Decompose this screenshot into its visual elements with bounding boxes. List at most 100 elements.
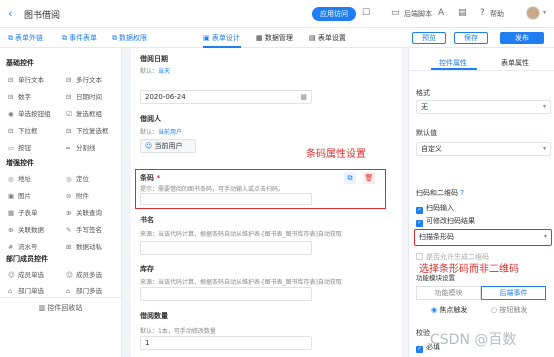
control-address[interactable]: ◎ 地址 bbox=[8, 173, 31, 183]
delete-icon[interactable]: 🗑 bbox=[363, 172, 375, 184]
field-label-book-title: 书名 bbox=[140, 216, 154, 224]
form-toolbar: ⧉ 表单外链 ⧉ 事件表单 ⧉ 数据权限 ▣ 表单设计 ▦ 数据管理 ▤ 表单设置 预… bbox=[0, 28, 554, 48]
control-attachment[interactable]: ⊘ 附件 bbox=[66, 190, 89, 200]
borrow-qty-input[interactable]: 1 bbox=[140, 336, 312, 350]
layout-icon[interactable]: ▤ bbox=[458, 8, 467, 18]
form-canvas: 借阅日期 默认：当天 2020-06-24 ▦ 借阅人 默认：当前用户 ☺ 当前用… bbox=[131, 48, 402, 357]
field-label-borrow-date: 借阅日期 bbox=[140, 55, 168, 63]
format-label: 格式 bbox=[416, 89, 430, 97]
font-icon[interactable]: A bbox=[438, 8, 444, 18]
default-value-label: 默认值 bbox=[416, 129, 437, 137]
control-checkbox-group[interactable]: ☑ 复选框组 bbox=[66, 108, 102, 118]
field-label-borrower: 借阅人 bbox=[140, 115, 161, 123]
control-location[interactable]: ◎ 定位 bbox=[66, 173, 89, 183]
control-divider[interactable]: ═ 分割线 bbox=[66, 142, 96, 152]
allow-modify-checkbox[interactable]: ✓ 可修改扫码结果 bbox=[416, 216, 475, 227]
tab-form-design[interactable]: ▣ 表单设计 bbox=[203, 33, 240, 43]
control-radio-group[interactable]: ◉ 单选按钮组 bbox=[8, 108, 51, 118]
chevron-down-icon: ▾ bbox=[543, 233, 547, 240]
event-icon: ⧉ bbox=[62, 34, 67, 42]
barcode-field-selected[interactable]: 条码 * 提示：需要借阅的图书条码，可手动输入或点击扫码。 ⧉ 🗑 bbox=[135, 169, 386, 209]
copy-icon[interactable]: ⧉ bbox=[344, 172, 356, 184]
save-button[interactable]: 保存 bbox=[454, 32, 488, 44]
back-chevron-icon[interactable]: ‹ bbox=[8, 7, 12, 20]
control-related-data[interactable]: ⊕ 关联数据 bbox=[8, 224, 44, 234]
app-visit-button[interactable]: 应用访问 bbox=[312, 7, 356, 21]
help-icon[interactable]: ? bbox=[480, 8, 485, 18]
app-title: 图书借阅 bbox=[24, 11, 61, 21]
field-desc-borrow-date: 默认：当天 bbox=[140, 68, 171, 75]
control-member-single[interactable]: ☺ 成员单选 bbox=[8, 269, 44, 279]
default-value-select[interactable]: 自定义 ▾ bbox=[416, 142, 551, 156]
stock-input[interactable] bbox=[140, 287, 312, 301]
event-form-link[interactable]: ⧉ 事件表单 bbox=[62, 33, 97, 43]
function-section-title: 功能模块设置 bbox=[416, 274, 455, 282]
radio-unchecked-icon: ○ bbox=[491, 306, 498, 314]
field-desc-barcode: 提示：需要借阅的图书条码，可手动输入或点击扫码。 bbox=[140, 186, 285, 193]
borrower-chip[interactable]: ☺ 当前用户 bbox=[140, 139, 196, 153]
format-select[interactable]: 无 ▾ bbox=[416, 100, 551, 114]
control-related-query[interactable]: ⊕ 关联查询 bbox=[66, 207, 102, 217]
control-subform[interactable]: ▦ 子表单 bbox=[8, 207, 38, 217]
enhanced-controls-title: 增强控件 bbox=[6, 159, 34, 167]
field-desc-book-title: 来源：当该代码计算，根据条码自动从维护表-[图书表_图书库存表]自动获取 bbox=[140, 231, 342, 238]
chevron-down-icon: ▾ bbox=[542, 145, 546, 152]
control-recycle-bin[interactable]: ▥ 控件回收站 bbox=[0, 297, 121, 317]
control-dropdown[interactable]: ⊟ 下拉框 bbox=[8, 125, 38, 135]
backend-script-link[interactable]: 后端脚本 bbox=[404, 9, 432, 19]
control-button[interactable]: ▭ 按钮 bbox=[8, 142, 31, 152]
annotation-barcode-settings: 条码属性设置 bbox=[306, 149, 366, 160]
control-dept-multi[interactable]: ⌂ 部门多选 bbox=[66, 285, 102, 295]
field-desc-borrower: 默认：当前用户 bbox=[140, 129, 183, 136]
chevron-down-icon: ▾ bbox=[542, 103, 546, 110]
control-dept-single[interactable]: ⌂ 部门单选 bbox=[8, 285, 44, 295]
message-icon[interactable]: ☐ bbox=[362, 8, 370, 18]
properties-panel: 控件属性 表单属性 格式 无 ▾ 默认值 自定义 ▾ 扫码和二维码 ? ✓ 扫码输入 … bbox=[408, 48, 554, 357]
backend-event-button[interactable]: 后端事件 bbox=[481, 286, 546, 300]
scan-input-checkbox[interactable]: ✓ 扫码输入 bbox=[416, 203, 454, 214]
control-member-multi[interactable]: ☺ 成员多选 bbox=[66, 269, 102, 279]
data-permission-link[interactable]: ⧉ 数据权限 bbox=[112, 33, 147, 43]
control-palette: 基础控件 ⊟ 单行文本 ⊟ 多行文本 ⊟ 数字 ⊟ 日期时间 ◉ 单选按钮组 ☑ 复选框组 … bbox=[0, 48, 122, 357]
avatar[interactable] bbox=[526, 6, 540, 20]
field-label-barcode: 条码 * bbox=[140, 174, 161, 182]
tab-form-settings[interactable]: ▤ 表单设置 bbox=[309, 33, 346, 43]
dept-controls-title: 部门成员控件 bbox=[6, 255, 48, 263]
basic-controls-title: 基础控件 bbox=[6, 59, 34, 67]
help-link[interactable]: 帮助 bbox=[490, 9, 504, 19]
watermark: CSDN @百数 bbox=[430, 332, 517, 348]
radio-button-trigger[interactable]: ○ 按钮触发 bbox=[491, 305, 527, 315]
control-serial-number[interactable]: # 流水号 bbox=[8, 241, 38, 251]
control-dropdown-multi[interactable]: ⊟ 下拉复选框 bbox=[66, 125, 109, 135]
chevron-down-icon[interactable]: ▾ bbox=[543, 9, 546, 16]
tab-control-properties[interactable]: 控件属性 bbox=[439, 58, 467, 68]
code-icon[interactable]: ▭ bbox=[391, 8, 400, 18]
calendar-icon[interactable]: ▦ bbox=[300, 91, 307, 103]
control-image[interactable]: ▣ 图片 bbox=[8, 190, 31, 200]
divider bbox=[409, 70, 554, 71]
field-desc-stock: 来源：当该代码计算，根据条码自动从维护表-[图书表_图书库存表]自动获取 bbox=[140, 279, 342, 286]
tab-form-properties[interactable]: 表单属性 bbox=[501, 58, 529, 68]
top-bar: ‹ 图书借阅 应用访问 ☐ ▭ 后端脚本 A ▤ ? 帮助 ▾ bbox=[0, 0, 554, 28]
control-number[interactable]: ⊟ 数字 bbox=[8, 91, 31, 101]
function-module-button[interactable]: 功能模块 bbox=[416, 286, 481, 300]
tab-data-management[interactable]: ▦ 数据管理 bbox=[256, 33, 293, 43]
form-external-link[interactable]: ⧉ 表单外链 bbox=[8, 33, 43, 43]
control-multi-text[interactable]: ⊟ 多行文本 bbox=[66, 74, 102, 84]
publish-button[interactable]: 发布 bbox=[500, 32, 544, 44]
control-data-dynamic[interactable]: ⊞ 数据动私 bbox=[66, 241, 102, 251]
preview-button[interactable]: 预览 bbox=[412, 32, 446, 44]
book-title-input[interactable] bbox=[140, 241, 312, 255]
borrow-date-input[interactable]: 2020-06-24 ▦ bbox=[140, 90, 312, 104]
user-icon: ☺ bbox=[145, 142, 153, 150]
radio-checked-icon: ◉ bbox=[431, 306, 438, 314]
control-single-text[interactable]: ⊟ 单行文本 bbox=[8, 74, 44, 84]
control-signature[interactable]: ✎ 手写签名 bbox=[66, 224, 102, 234]
barcode-input[interactable] bbox=[140, 193, 312, 205]
scan-section-title: 扫码和二维码 ? bbox=[416, 189, 464, 197]
control-datetime[interactable]: ⊟ 日期时间 bbox=[66, 91, 102, 101]
radio-focus-trigger[interactable]: ◉ 焦点触发 bbox=[431, 305, 467, 315]
field-desc-borrow-qty: 默认：1本，可手动修改数量 bbox=[140, 328, 216, 335]
scan-type-select[interactable]: 扫描条形码 ▾ bbox=[414, 229, 552, 246]
field-label-borrow-qty: 借阅数量 bbox=[140, 312, 168, 320]
